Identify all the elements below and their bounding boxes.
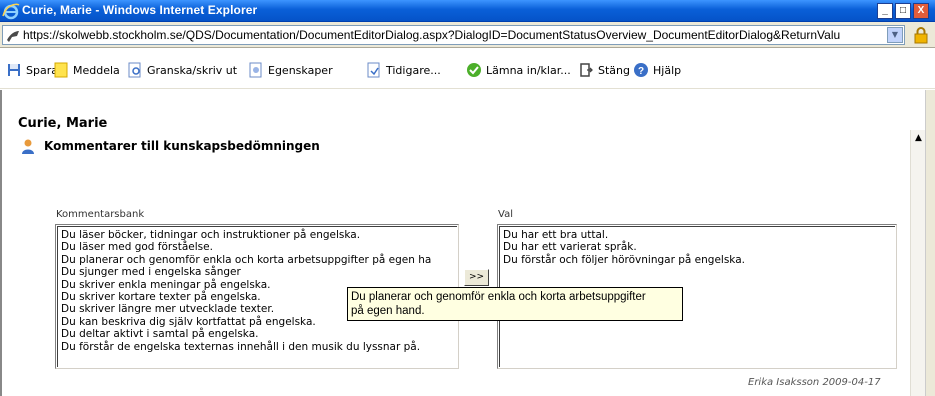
- student-name: Curie, Marie: [18, 116, 108, 131]
- toolbar-submit-label: Lämna in/klar...: [486, 63, 571, 77]
- close-window-button[interactable]: X: [913, 3, 929, 19]
- toolbar-help-button[interactable]: ? Hjälp: [633, 61, 681, 79]
- checkmark-icon: [467, 63, 481, 77]
- toolbar-message-button[interactable]: Meddela: [53, 61, 120, 79]
- author-signature: Erika Isaksson 2009-04-17: [748, 377, 881, 388]
- svg-text:?: ?: [638, 66, 644, 77]
- address-bar: https://skolwebb.stockholm.se/QDS/Docume…: [0, 22, 935, 48]
- comment-bank-label: Kommentarsbank: [56, 209, 145, 220]
- toolbar-properties-label: Egenskaper: [268, 63, 333, 77]
- url-field[interactable]: https://skolwebb.stockholm.se/QDS/Docume…: [2, 25, 905, 45]
- toolbar-history-label: Tidigare...: [386, 63, 441, 77]
- window-titlebar: Curie, Marie - Windows Internet Explorer…: [0, 0, 935, 22]
- url-text: https://skolwebb.stockholm.se/QDS/Docume…: [23, 28, 841, 42]
- floppy-icon: [8, 64, 20, 76]
- scroll-up-arrow-icon[interactable]: ▲: [912, 132, 925, 145]
- user-icon: [22, 139, 34, 154]
- list-item[interactable]: Du planerar och genomför enkla och korta…: [61, 254, 454, 266]
- right-frame-edge: [925, 90, 935, 396]
- selected-list: Du har ett bra uttal. Du har ett variera…: [500, 227, 895, 268]
- left-frame-edge: [0, 90, 2, 396]
- document-content: Curie, Marie Kommentarer till kunskapsbe…: [0, 90, 935, 396]
- maximize-button[interactable]: □: [895, 3, 911, 19]
- selected-label: Val: [498, 209, 513, 220]
- item-tooltip: Du planerar och genomför enkla och korta…: [347, 287, 683, 321]
- history-icon: [367, 62, 380, 78]
- move-right-button[interactable]: >>: [464, 269, 489, 286]
- internet-explorer-logo-icon: [2, 3, 20, 20]
- close-door-icon: [580, 63, 593, 77]
- list-item[interactable]: Du sjunger med i engelska sånger: [61, 266, 454, 278]
- toolbar-submit-button[interactable]: Lämna in/klar...: [466, 61, 571, 79]
- toolbar-close-label: Stäng: [598, 63, 630, 77]
- list-item[interactable]: Du deltar aktivt i samtal på engelska.: [61, 328, 454, 340]
- address-dropdown-button[interactable]: ▼: [887, 27, 903, 43]
- preview-icon: [128, 62, 141, 78]
- toolbar-properties-button[interactable]: Egenskaper: [248, 61, 333, 79]
- toolbar-message-label: Meddela: [73, 63, 120, 77]
- help-icon: ?: [634, 63, 648, 77]
- list-item[interactable]: Du läser med god förståelse.: [61, 241, 454, 253]
- list-item[interactable]: Du förstår och följer hörövningar på eng…: [503, 254, 892, 266]
- window-title: Curie, Marie - Windows Internet Explorer: [22, 3, 258, 17]
- toolbar-save-button[interactable]: Spara: [6, 61, 58, 79]
- editor-toolbar: Spara Meddela Granska/skriv ut Egenskape…: [0, 49, 935, 89]
- vertical-scrollbar[interactable]: ▲: [910, 130, 925, 396]
- toolbar-history-button[interactable]: Tidigare...: [366, 61, 441, 79]
- list-item[interactable]: Du har ett bra uttal.: [503, 229, 892, 241]
- page-icon: [7, 31, 19, 42]
- toolbar-preview-label: Granska/skriv ut: [147, 63, 238, 77]
- toolbar-close-button[interactable]: Stäng: [578, 61, 630, 79]
- list-item[interactable]: Du har ett varierat språk.: [503, 241, 892, 253]
- list-item[interactable]: Du förstår de engelska texternas innehål…: [61, 341, 454, 353]
- tooltip-line-2: på egen hand.: [351, 305, 425, 317]
- toolbar-preview-button[interactable]: Granska/skriv ut: [127, 61, 237, 79]
- toolbar-help-label: Hjälp: [653, 63, 682, 77]
- list-item[interactable]: Du läser böcker, tidningar och instrukti…: [61, 229, 454, 241]
- lock-icon[interactable]: [912, 26, 930, 44]
- section-header: Kommentarer till kunskapsbedömningen: [20, 138, 320, 154]
- tooltip-line-1: Du planerar och genomför enkla och korta…: [351, 291, 646, 303]
- note-icon: [54, 62, 68, 78]
- properties-icon: [249, 62, 262, 78]
- minimize-button[interactable]: _: [877, 3, 893, 19]
- section-title: Kommentarer till kunskapsbedömningen: [44, 139, 320, 153]
